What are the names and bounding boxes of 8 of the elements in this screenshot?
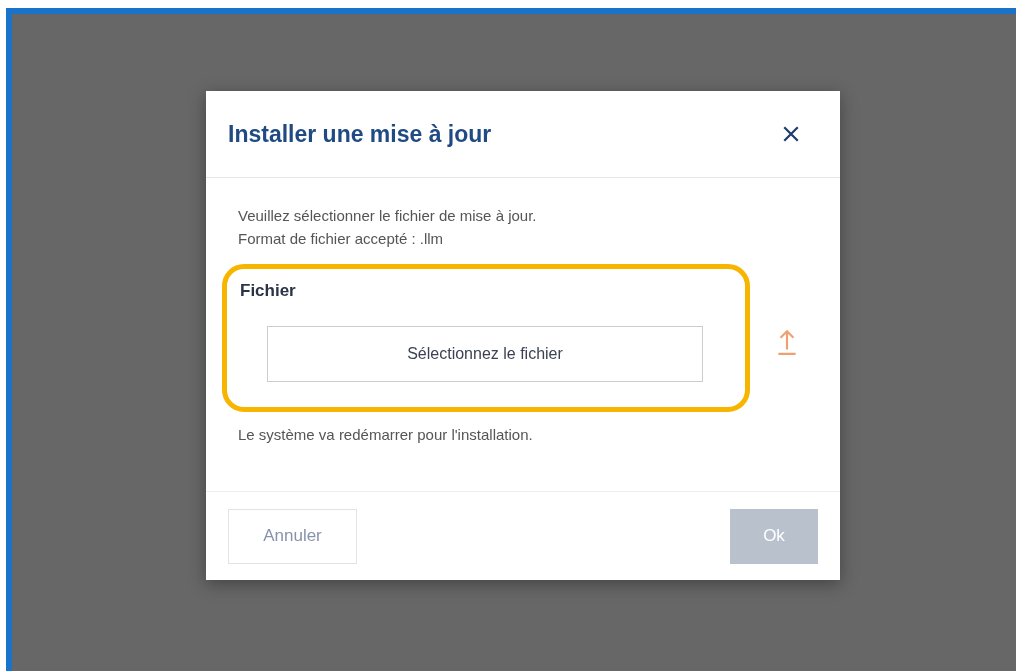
dialog-title: Installer une mise à jour — [228, 120, 492, 148]
file-select-button[interactable]: Sélectionnez le fichier — [267, 326, 703, 382]
close-icon[interactable] — [782, 125, 800, 143]
instruction-text: Veuillez sélectionner le fichier de mise à jour. — [238, 206, 538, 226]
instruction-text: Format de fichier accepté : .llm — [238, 229, 445, 249]
field-label: Fichier — [240, 281, 296, 301]
cancel-button[interactable]: Annuler — [228, 508, 357, 564]
note-text: Le système va redémarrer pour l'installation. — [238, 426, 534, 443]
